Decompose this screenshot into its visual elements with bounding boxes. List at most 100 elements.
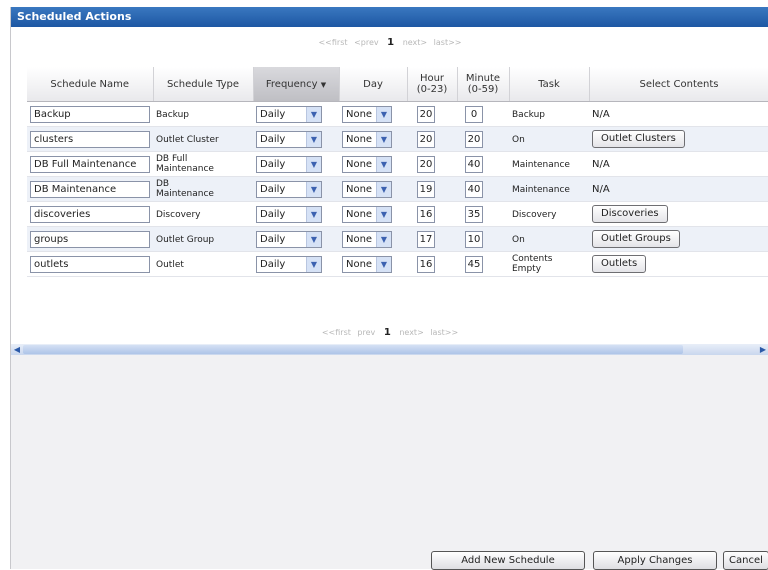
select-contents-button[interactable]: Outlets bbox=[592, 255, 647, 273]
frequency-select[interactable]: Daily ▼ bbox=[256, 130, 322, 148]
minute-input[interactable]: 10 bbox=[465, 230, 483, 248]
minute-input[interactable]: 35 bbox=[465, 205, 483, 223]
pager-prev-link[interactable]: <prev bbox=[354, 38, 379, 47]
window-title: Scheduled Actions bbox=[11, 7, 768, 27]
cell-day: None ▼ bbox=[339, 126, 407, 152]
hour-input[interactable]: 20 bbox=[417, 130, 435, 148]
frequency-select[interactable]: Daily ▼ bbox=[256, 230, 322, 248]
table-row: DB Full Maintenance DB Full Maintenance … bbox=[27, 151, 768, 177]
col-schedule-name[interactable]: Schedule Name bbox=[27, 67, 154, 102]
day-select[interactable]: None ▼ bbox=[342, 155, 392, 173]
col-day[interactable]: Day bbox=[339, 67, 408, 102]
col-hour[interactable]: Hour (0-23) bbox=[407, 67, 458, 102]
cell-task: Contents Empty bbox=[509, 251, 589, 277]
cell-schedule-type: Outlet Cluster bbox=[153, 126, 253, 152]
col-hour-label: Hour bbox=[419, 73, 445, 84]
task-text: Maintenance bbox=[512, 160, 570, 170]
pager-last-link[interactable]: last>> bbox=[434, 38, 462, 47]
schedule-name-input[interactable]: outlets bbox=[30, 255, 150, 273]
select-contents-button[interactable]: Outlet Groups bbox=[592, 230, 680, 248]
hour-input[interactable]: 20 bbox=[417, 155, 435, 173]
minute-input[interactable]: 40 bbox=[465, 155, 483, 173]
task-line1: On bbox=[512, 234, 525, 245]
col-task[interactable]: Task bbox=[509, 67, 590, 102]
pager-next-link[interactable]: next> bbox=[403, 38, 427, 47]
contents-text: N/A bbox=[592, 108, 610, 120]
hour-input[interactable]: 20 bbox=[417, 105, 435, 123]
minute-input[interactable]: 20 bbox=[465, 130, 483, 148]
frequency-select[interactable]: Daily ▼ bbox=[256, 205, 322, 223]
table-row: outlets Outlet Daily ▼ None ▼ 16 45 Cont… bbox=[27, 251, 768, 277]
scrollbar-thumb[interactable] bbox=[23, 345, 683, 354]
hour-input[interactable]: 19 bbox=[417, 180, 435, 198]
cell-minute: 10 bbox=[457, 226, 509, 252]
cell-day: None ▼ bbox=[339, 226, 407, 252]
frequency-select[interactable]: Daily ▼ bbox=[256, 180, 322, 198]
cell-task: Discovery bbox=[509, 201, 589, 227]
select-contents-button[interactable]: Outlet Clusters bbox=[592, 130, 685, 148]
apply-changes-button[interactable]: Apply Changes bbox=[593, 551, 717, 570]
schedule-type-line1: DB bbox=[156, 179, 170, 189]
pager-next-link[interactable]: next> bbox=[399, 328, 423, 337]
frequency-select[interactable]: Daily ▼ bbox=[256, 105, 322, 123]
pager-current-page: 1 bbox=[383, 327, 391, 338]
pager-prev-link[interactable]: prev bbox=[357, 328, 375, 337]
schedule-name-input[interactable]: DB Full Maintenance bbox=[30, 155, 150, 173]
cell-schedule-name: Backup bbox=[27, 101, 153, 127]
scroll-right-arrow-icon[interactable]: ▶ bbox=[757, 344, 768, 355]
add-new-schedule-button[interactable]: Add New Schedule bbox=[431, 551, 585, 570]
schedule-name-input[interactable]: discoveries bbox=[30, 205, 150, 223]
pager-last-link[interactable]: last>> bbox=[430, 328, 458, 337]
col-schedule-type[interactable]: Schedule Type bbox=[153, 67, 254, 102]
cell-select-contents: N/A bbox=[589, 176, 768, 202]
select-contents-button[interactable]: Discoveries bbox=[592, 205, 668, 223]
col-minute[interactable]: Minute (0-59) bbox=[457, 67, 510, 102]
schedule-type-text: Outlet Cluster bbox=[156, 135, 219, 145]
schedule-type-line1: Backup bbox=[156, 109, 189, 120]
schedule-name-input[interactable]: DB Maintenance bbox=[30, 180, 150, 198]
schedule-type-text: Discovery bbox=[156, 210, 200, 220]
horizontal-scrollbar[interactable]: ◀ ▶ bbox=[11, 344, 768, 355]
scroll-left-arrow-icon[interactable]: ◀ bbox=[11, 344, 23, 355]
task-line1: Maintenance bbox=[512, 159, 570, 170]
chevron-down-icon: ▼ bbox=[306, 231, 321, 247]
hour-input[interactable]: 16 bbox=[417, 205, 435, 223]
minute-input[interactable]: 45 bbox=[465, 255, 483, 273]
task-text: On bbox=[512, 135, 525, 145]
frequency-select[interactable]: Daily ▼ bbox=[256, 155, 322, 173]
hour-input[interactable]: 16 bbox=[417, 255, 435, 273]
pager-current-page: 1 bbox=[387, 37, 395, 48]
schedule-name-input[interactable]: groups bbox=[30, 230, 150, 248]
day-select[interactable]: None ▼ bbox=[342, 180, 392, 198]
schedule-name-input[interactable]: clusters bbox=[30, 130, 150, 148]
minute-input[interactable]: 0 bbox=[465, 105, 483, 123]
cell-schedule-name: discoveries bbox=[27, 201, 153, 227]
hour-input[interactable]: 17 bbox=[417, 230, 435, 248]
cell-day: None ▼ bbox=[339, 151, 407, 177]
cell-schedule-type: Outlet Group bbox=[153, 226, 253, 252]
day-select[interactable]: None ▼ bbox=[342, 255, 392, 273]
day-select[interactable]: None ▼ bbox=[342, 130, 392, 148]
cell-frequency: Daily ▼ bbox=[253, 101, 339, 127]
col-select-contents[interactable]: Select Contents bbox=[589, 67, 768, 102]
schedule-name-input[interactable]: Backup bbox=[30, 105, 150, 123]
day-select[interactable]: None ▼ bbox=[342, 105, 392, 123]
cell-hour: 20 bbox=[407, 126, 457, 152]
pager-first-link[interactable]: <<first bbox=[322, 328, 351, 337]
col-minute-range: (0-59) bbox=[467, 84, 499, 95]
col-minute-label: Minute bbox=[465, 73, 501, 84]
minute-input[interactable]: 40 bbox=[465, 180, 483, 198]
chevron-down-icon: ▼ bbox=[306, 131, 321, 147]
frequency-select[interactable]: Daily ▼ bbox=[256, 255, 322, 273]
table-row: clusters Outlet Cluster Daily ▼ None ▼ 2… bbox=[27, 126, 768, 152]
day-value: None bbox=[346, 133, 373, 145]
day-select[interactable]: None ▼ bbox=[342, 230, 392, 248]
cell-frequency: Daily ▼ bbox=[253, 126, 339, 152]
day-select[interactable]: None ▼ bbox=[342, 205, 392, 223]
task-line2: Empty bbox=[512, 264, 542, 274]
cancel-button[interactable]: Cancel bbox=[723, 551, 768, 570]
pager-first-link[interactable]: <<first bbox=[318, 38, 347, 47]
task-text: On bbox=[512, 235, 525, 245]
cell-select-contents: Outlet Clusters bbox=[589, 126, 768, 152]
col-frequency[interactable]: Frequency ▼ bbox=[253, 67, 340, 102]
